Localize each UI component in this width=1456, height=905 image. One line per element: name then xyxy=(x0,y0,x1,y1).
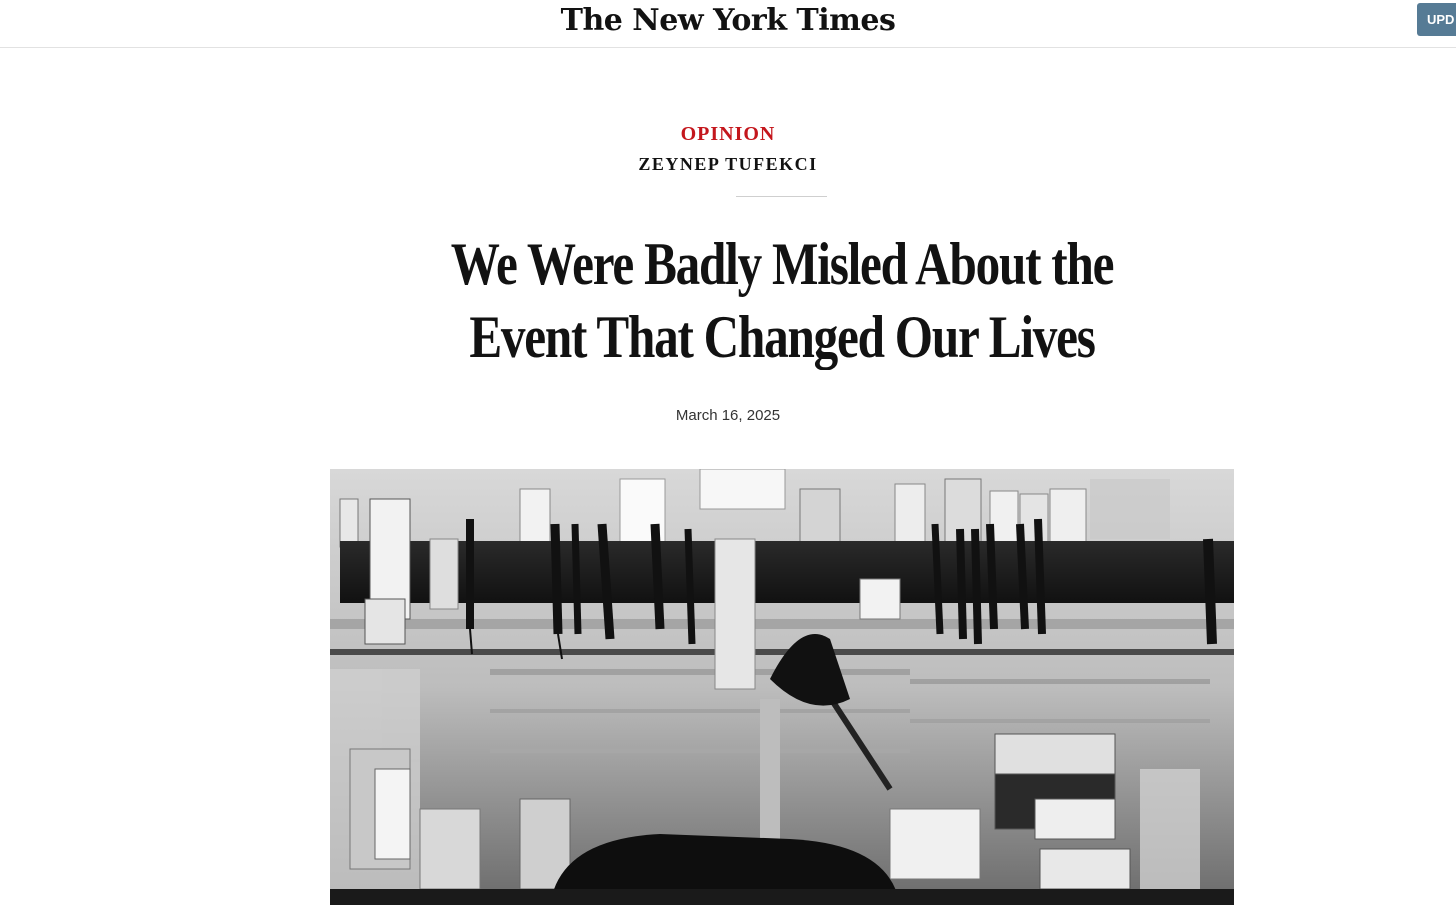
lead-image xyxy=(330,469,1234,905)
kicker-divider xyxy=(736,196,827,197)
article-headline: We Were Badly Misled About the Event Tha… xyxy=(450,231,1115,370)
article-date: March 16, 2025 xyxy=(675,407,781,424)
masthead: The New York Times UPD xyxy=(0,0,1456,48)
update-button[interactable]: UPD xyxy=(1417,3,1456,36)
pipette-rack-bar xyxy=(340,541,1234,603)
lab-bench-photo xyxy=(330,469,1234,905)
section-kicker-opinion[interactable]: OPINION xyxy=(0,123,1456,146)
nyt-logo[interactable]: The New York Times xyxy=(0,3,1456,38)
author-name[interactable]: ZEYNEP TUFEKCI xyxy=(0,154,1456,175)
